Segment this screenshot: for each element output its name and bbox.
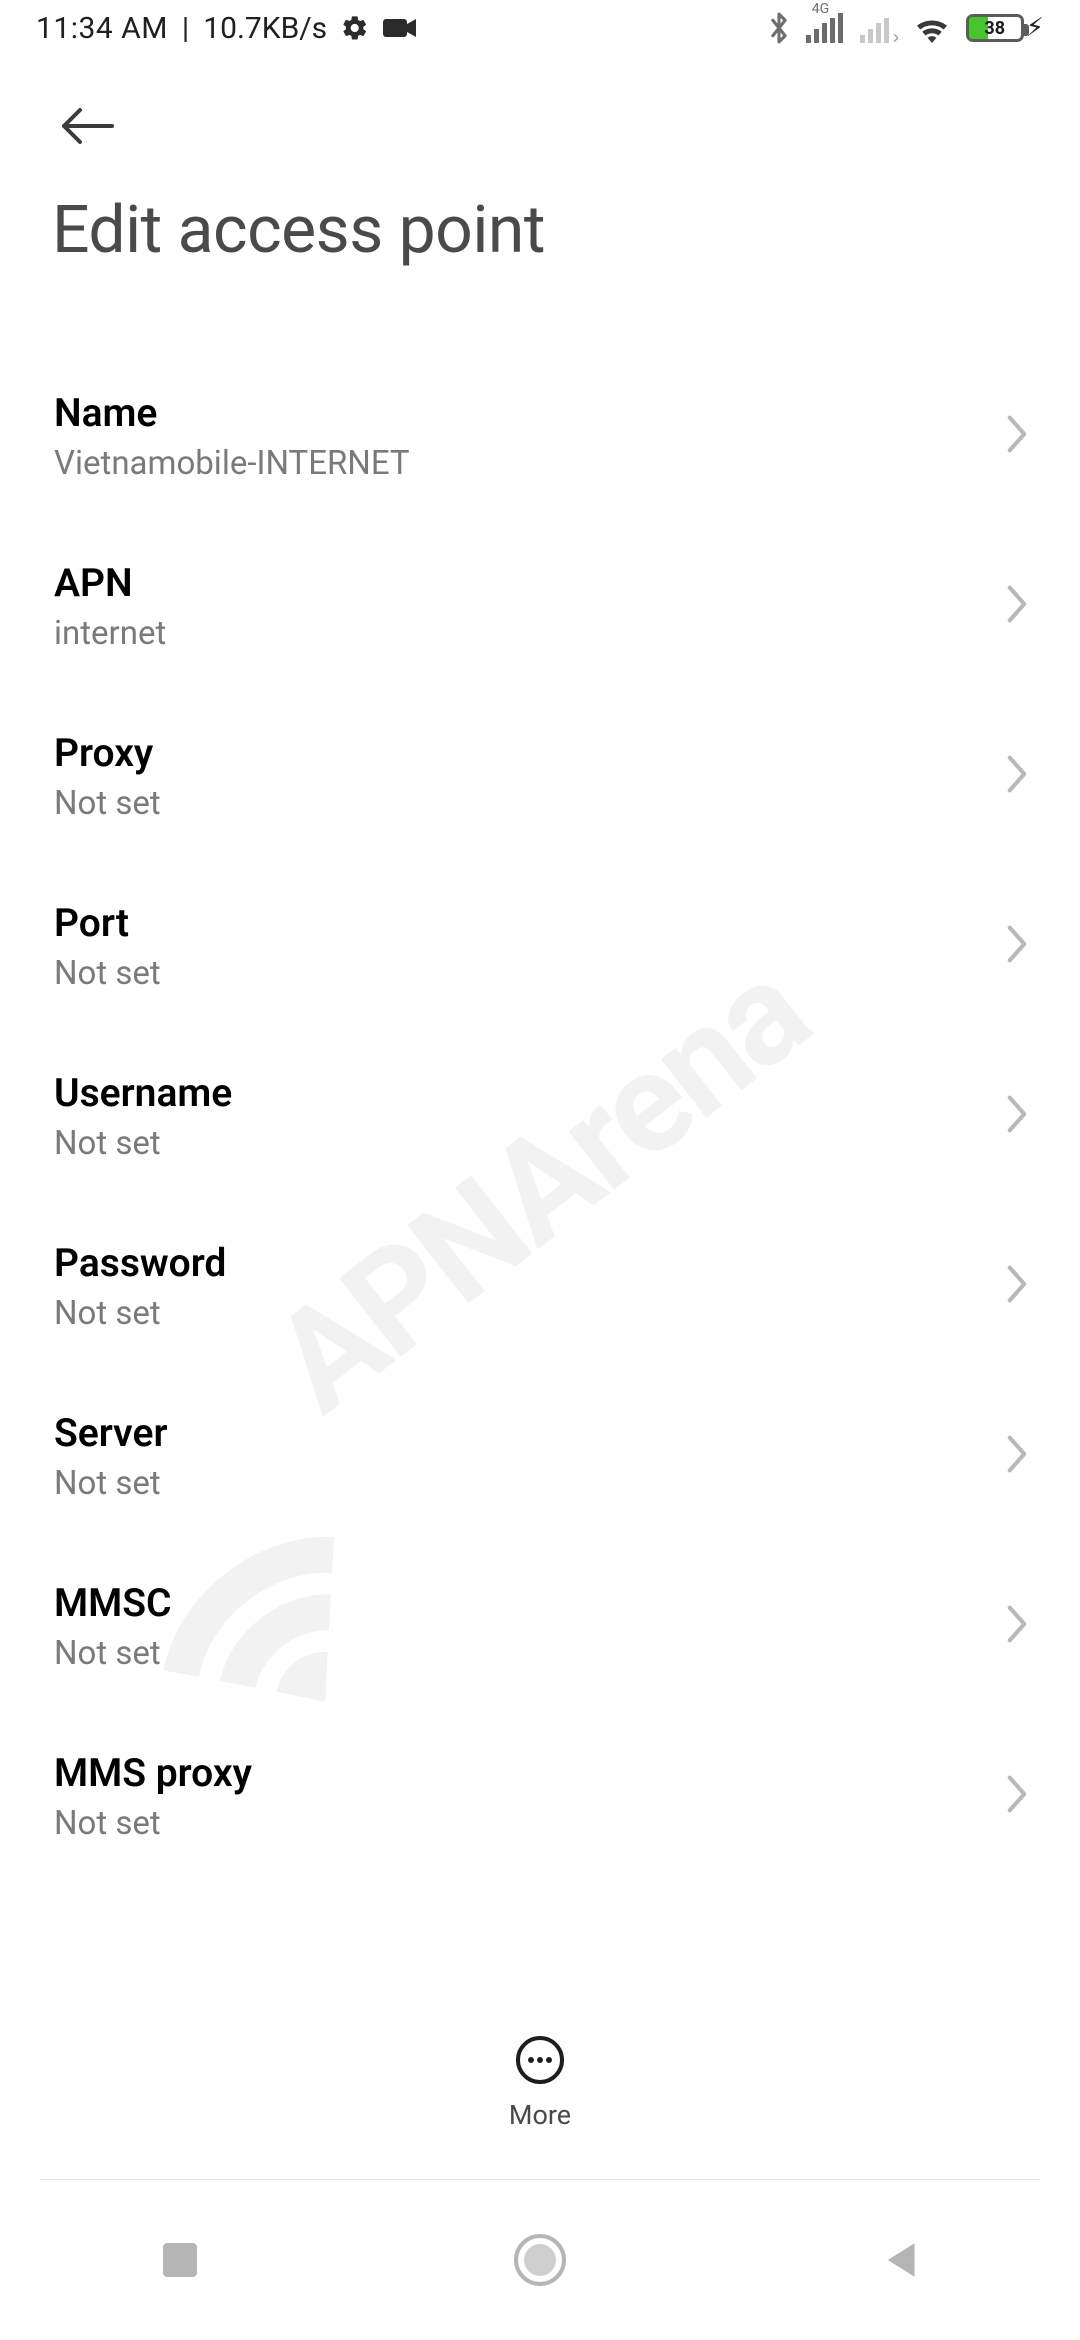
- battery-indicator: 38 ⚡︎: [966, 13, 1044, 43]
- clock-text: 11:34 AM: [36, 11, 168, 46]
- chevron-right-icon: [1006, 1604, 1028, 1648]
- svg-text:✕: ✕: [892, 31, 898, 43]
- more-icon: [515, 2035, 565, 2089]
- row-value: Not set: [54, 954, 986, 993]
- net-speed-text: 10.7KB/s: [203, 11, 327, 46]
- more-button[interactable]: More: [509, 2035, 571, 2131]
- row-label: Port: [54, 899, 986, 948]
- row-password[interactable]: Password Not set: [0, 1201, 1080, 1371]
- row-value: Not set: [54, 1124, 986, 1163]
- row-label: APN: [54, 559, 986, 608]
- chevron-right-icon: [1006, 924, 1028, 968]
- row-label: Name: [54, 389, 986, 438]
- row-label: Proxy: [54, 729, 986, 778]
- status-left-cluster: 11:34 AM | 10.7KB/s: [36, 11, 417, 46]
- row-value: Not set: [54, 1294, 986, 1333]
- row-server[interactable]: Server Not set: [0, 1371, 1080, 1541]
- nav-back-button[interactable]: [810, 2220, 990, 2300]
- chevron-right-icon: [1006, 584, 1028, 628]
- bluetooth-icon: [768, 11, 790, 45]
- wifi-icon: [914, 13, 950, 43]
- row-username[interactable]: Username Not set: [0, 1031, 1080, 1201]
- row-value: Not set: [54, 1804, 986, 1843]
- signal-4g-icon: 4G: [806, 13, 844, 43]
- chevron-right-icon: [1006, 1264, 1028, 1308]
- chevron-right-icon: [1006, 1434, 1028, 1478]
- page-title: Edit access point: [52, 192, 1028, 269]
- row-mms-proxy[interactable]: MMS proxy Not set: [0, 1711, 1080, 1881]
- row-label: Password: [54, 1239, 986, 1288]
- square-icon: [163, 2243, 197, 2277]
- row-value: Not set: [54, 784, 986, 823]
- chevron-right-icon: [1006, 754, 1028, 798]
- circle-icon: [514, 2234, 566, 2286]
- fade-overlay: [0, 1925, 1080, 1985]
- gear-icon: [341, 14, 369, 42]
- row-proxy[interactable]: Proxy Not set: [0, 691, 1080, 861]
- row-label: MMSC: [54, 1579, 986, 1628]
- camera-icon: [383, 16, 417, 40]
- row-label: Username: [54, 1069, 986, 1118]
- chevron-right-icon: [1006, 1094, 1028, 1138]
- arrow-left-icon: [58, 106, 116, 146]
- row-label: MMS proxy: [54, 1749, 986, 1798]
- bottom-toolbar: More: [0, 1985, 1080, 2180]
- system-nav-bar: [0, 2180, 1080, 2340]
- status-bar: 11:34 AM | 10.7KB/s 4G ✕: [0, 0, 1080, 56]
- back-button[interactable]: [52, 96, 1028, 174]
- signal-nosim-icon: ✕: [860, 13, 898, 43]
- more-label: More: [509, 2099, 571, 2131]
- chevron-right-icon: [1006, 414, 1028, 458]
- row-value: Not set: [54, 1634, 986, 1673]
- row-mmsc[interactable]: MMSC Not set: [0, 1541, 1080, 1711]
- status-separator: |: [182, 11, 189, 46]
- status-right-cluster: 4G ✕ 38 ⚡︎: [768, 11, 1044, 45]
- nav-home-button[interactable]: [450, 2220, 630, 2300]
- nav-recents-button[interactable]: [90, 2220, 270, 2300]
- row-name[interactable]: Name Vietnamobile-INTERNET: [0, 351, 1080, 521]
- chevron-right-icon: [1006, 1774, 1028, 1818]
- row-apn[interactable]: APN internet: [0, 521, 1080, 691]
- row-value: Not set: [54, 1464, 986, 1503]
- row-port[interactable]: Port Not set: [0, 861, 1080, 1031]
- apn-field-list: Name Vietnamobile-INTERNET APN internet …: [0, 351, 1080, 1881]
- row-value: internet: [54, 614, 986, 653]
- triangle-left-icon: [883, 2241, 917, 2279]
- row-label: Server: [54, 1409, 986, 1458]
- row-value: Vietnamobile-INTERNET: [54, 444, 986, 483]
